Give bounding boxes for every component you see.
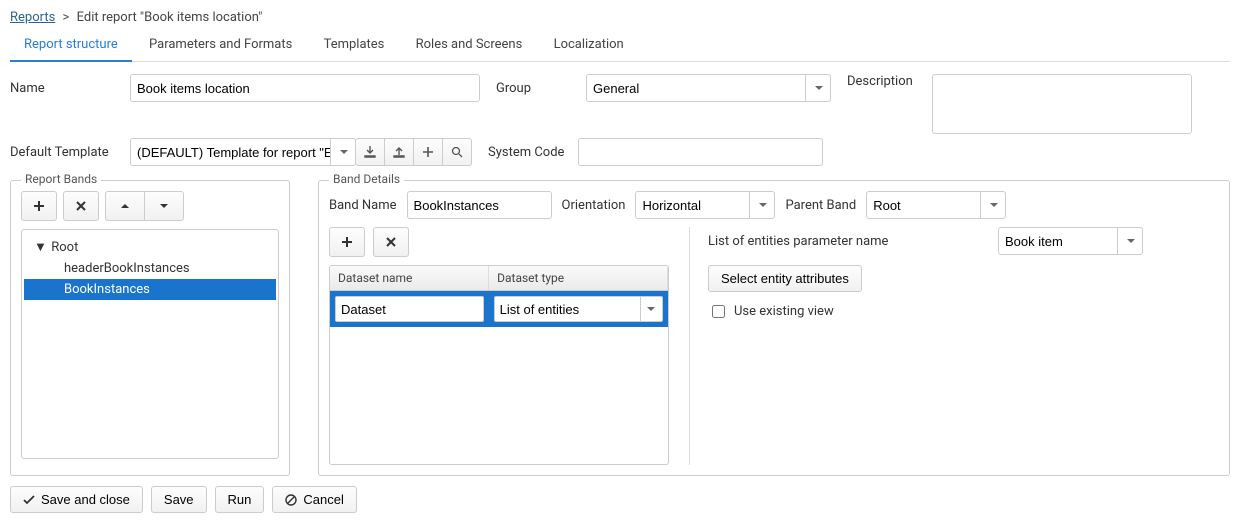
band-name-label: Band Name <box>329 198 397 213</box>
use-existing-view-checkbox[interactable] <box>712 305 725 318</box>
tab-report-structure[interactable]: Report structure <box>10 29 132 62</box>
download-icon[interactable] <box>355 138 385 166</box>
tree-item-header[interactable]: headerBookInstances <box>24 258 276 279</box>
chevron-down-icon[interactable] <box>1117 227 1143 255</box>
param-name-label: List of entities parameter name <box>708 234 988 249</box>
save-button[interactable]: Save <box>151 486 207 513</box>
tabbar: Report structure Parameters and Formats … <box>10 29 1230 62</box>
description-label: Description <box>847 74 932 89</box>
band-details-panel: Band Details Band Name Orientation Paren… <box>318 180 1230 476</box>
col-dataset-name: Dataset name <box>330 266 489 291</box>
group-label: Group <box>496 81 586 96</box>
search-icon[interactable] <box>442 138 472 166</box>
group-select[interactable] <box>586 74 831 102</box>
description-input[interactable] <box>932 74 1192 134</box>
tab-parameters-formats[interactable]: Parameters and Formats <box>135 29 306 60</box>
tab-localization[interactable]: Localization <box>540 29 638 60</box>
tab-templates[interactable]: Templates <box>310 29 399 60</box>
tree-item-bookinstances[interactable]: BookInstances <box>24 279 276 300</box>
check-icon <box>23 494 35 506</box>
select-attributes-button[interactable]: Select entity attributes <box>708 265 862 292</box>
chevron-down-icon[interactable] <box>330 138 356 166</box>
use-existing-view-label: Use existing view <box>734 304 834 319</box>
dataset-table: Dataset name Dataset type <box>329 265 669 465</box>
chevron-down-icon[interactable] <box>640 297 662 321</box>
move-up-button[interactable] <box>105 191 145 221</box>
col-dataset-type: Dataset type <box>489 266 668 291</box>
tree-root-label: Root <box>51 240 78 255</box>
name-label: Name <box>10 81 130 96</box>
remove-band-button[interactable] <box>63 191 99 221</box>
default-template-input[interactable] <box>130 138 356 166</box>
save-and-close-button[interactable]: Save and close <box>10 486 143 513</box>
system-code-label: System Code <box>488 145 578 160</box>
chevron-down-icon[interactable] <box>805 74 831 102</box>
add-dataset-button[interactable] <box>329 227 365 257</box>
cancel-label: Cancel <box>303 492 343 507</box>
tab-roles-screens[interactable]: Roles and Screens <box>402 29 537 60</box>
save-and-close-label: Save and close <box>41 492 130 507</box>
orientation-label: Orientation <box>562 198 626 213</box>
breadcrumb-separator: > <box>63 10 70 25</box>
dataset-row[interactable] <box>330 291 668 328</box>
name-input[interactable] <box>130 74 480 102</box>
upload-icon[interactable] <box>384 138 414 166</box>
report-bands-panel: Report Bands ▼ Root headerBookI <box>10 180 290 476</box>
breadcrumb: Reports > Edit report "Book items locati… <box>10 10 1230 25</box>
dataset-type-select[interactable] <box>494 296 663 322</box>
panel-resizer[interactable] <box>302 172 306 476</box>
run-button[interactable]: Run <box>215 486 265 513</box>
report-bands-title: Report Bands <box>21 172 101 186</box>
parent-band-label: Parent Band <box>785 198 856 213</box>
remove-dataset-button[interactable] <box>373 227 409 257</box>
band-details-title: Band Details <box>329 172 404 186</box>
cancel-button[interactable]: Cancel <box>272 486 356 513</box>
tree-toggle-icon[interactable]: ▼ <box>34 239 44 255</box>
breadcrumb-current: Edit report "Book items location" <box>77 10 263 25</box>
plus-icon[interactable] <box>413 138 443 166</box>
breadcrumb-root-link[interactable]: Reports <box>10 10 55 25</box>
bands-tree: ▼ Root headerBookInstances BookInstances <box>21 229 279 459</box>
chevron-down-icon[interactable] <box>749 191 775 219</box>
chevron-down-icon[interactable] <box>980 191 1006 219</box>
move-down-button[interactable] <box>144 191 184 221</box>
add-band-button[interactable] <box>21 191 57 221</box>
cancel-icon <box>285 494 297 506</box>
band-name-input[interactable] <box>407 191 552 219</box>
system-code-input[interactable] <box>578 138 823 166</box>
tree-root[interactable]: ▼ Root <box>24 236 276 258</box>
dataset-name-input[interactable] <box>335 296 484 322</box>
default-template-label: Default Template <box>10 145 130 160</box>
